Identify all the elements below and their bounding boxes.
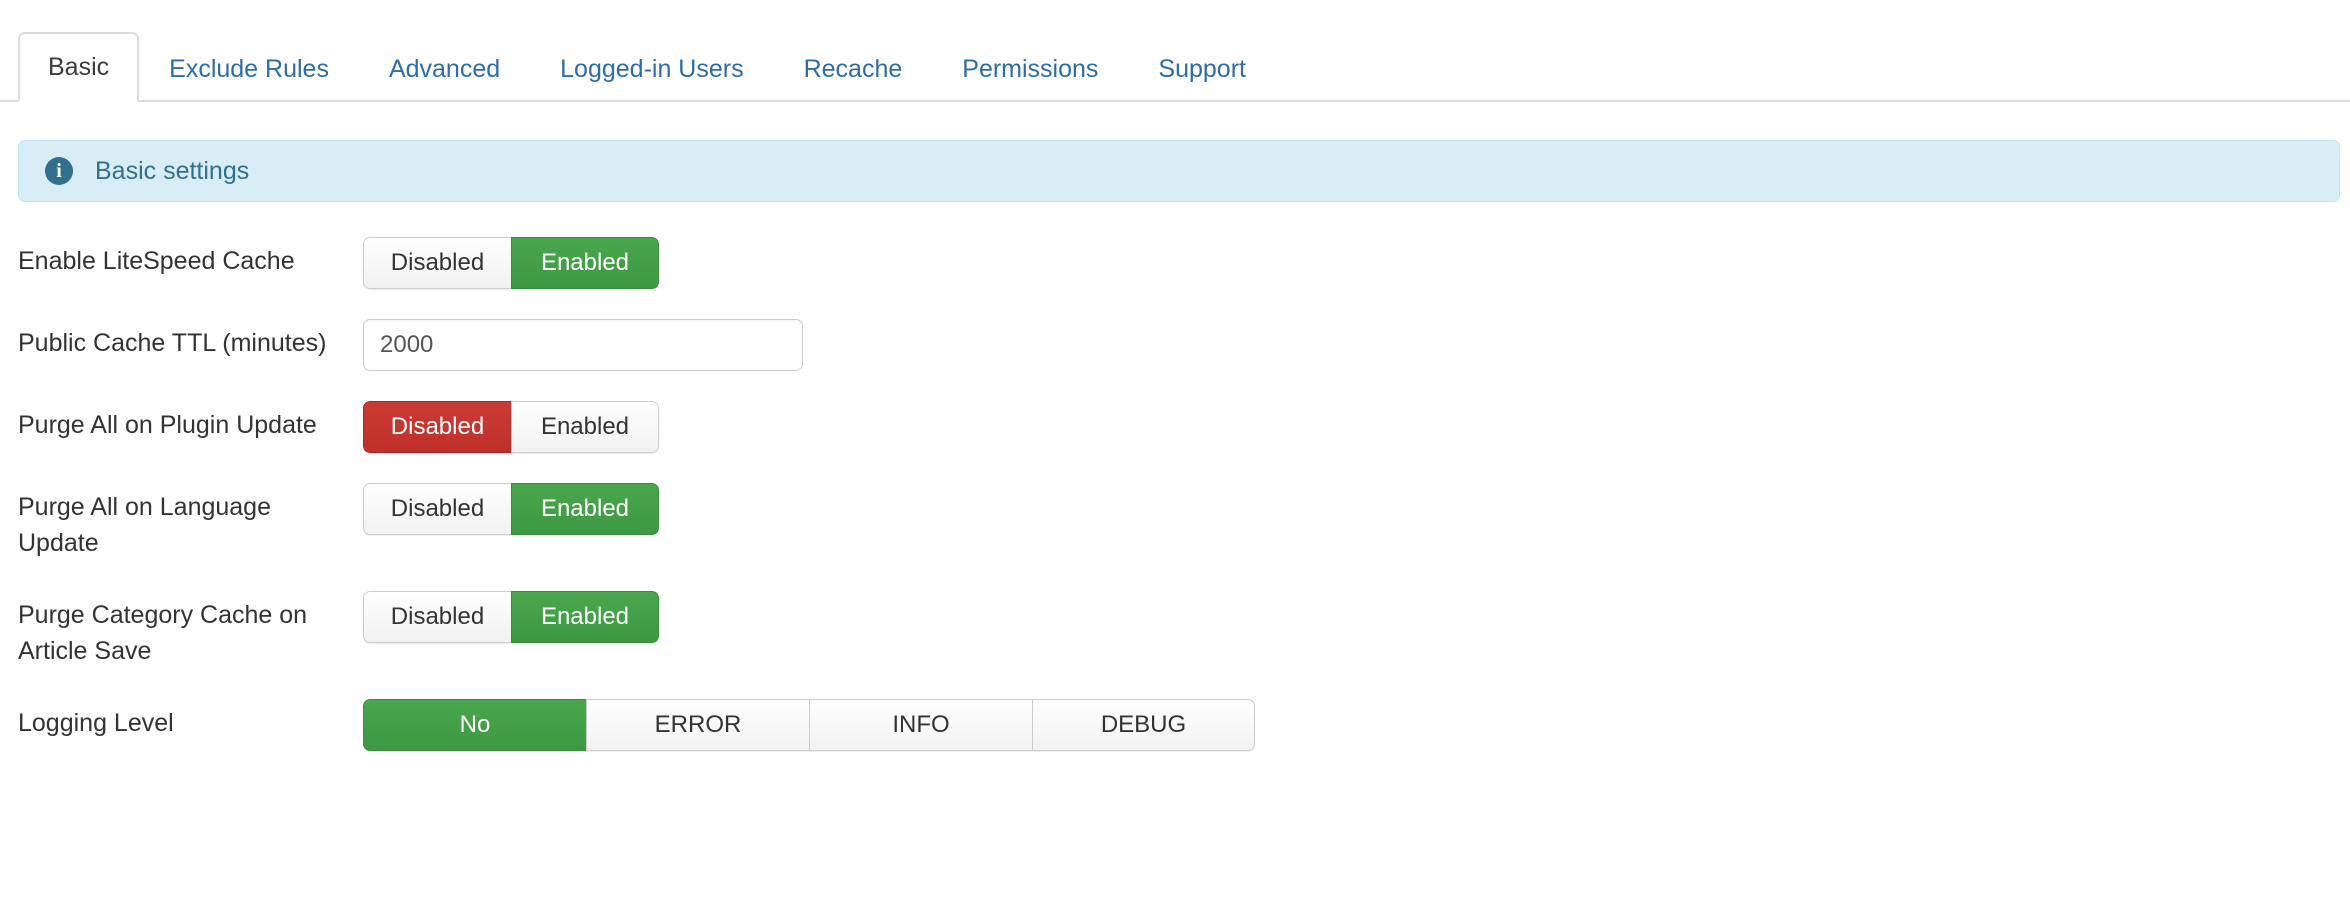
setting-control-purge-all-on-language-update: Disabled Enabled [363,483,2350,535]
toggle-option-logging-level-info[interactable]: INFO [809,699,1032,751]
setting-label-logging-level: Logging Level [18,709,174,737]
tab-support[interactable]: Support [1128,34,1276,102]
setting-label-purge-category-cache-on-article-save: Purge Category Cache on Article Save [18,601,308,665]
toggle-group-purge-all-on-language-update: Disabled Enabled [363,483,659,535]
input-public-cache-ttl-minutes[interactable] [363,319,803,371]
toggle-group-purge-category-cache-on-article-save: Disabled Enabled [363,591,659,643]
setting-row-purge-all-on-language-update: Purge All on Language Update Disabled Enab… [0,483,2350,561]
toggle-option-purge-all-on-plugin-update-enabled[interactable]: Enabled [511,401,659,453]
toggle-option-logging-level-no[interactable]: No [363,699,586,751]
toggle-option-enable-litespeed-cache-enabled[interactable]: Enabled [511,237,659,289]
tab-advanced[interactable]: Advanced [359,34,530,102]
setting-control-public-cache-ttl-minutes [363,319,2350,371]
setting-label-enable-litespeed-cache: Enable LiteSpeed Cache [18,247,295,275]
setting-label-purge-all-on-plugin-update: Purge All on Plugin Update [18,411,317,439]
setting-row-logging-level: Logging Level No ERROR INFO DEBUG [0,699,2350,751]
toggle-group-logging-level: No ERROR INFO DEBUG [363,699,1255,751]
toggle-option-enable-litespeed-cache-disabled[interactable]: Disabled [363,237,511,289]
settings-form: Enable LiteSpeed Cache Disabled Enabled Pub… [0,237,2350,781]
tab-exclude-rules[interactable]: Exclude Rules [139,34,359,102]
settings-tab-bar: Basic Exclude Rules Advanced Logged-in User… [0,24,2350,102]
setting-row-purge-all-on-plugin-update: Purge All on Plugin Update Disabled Enable… [0,401,2350,453]
setting-row-public-cache-ttl-minutes: Public Cache TTL (minutes) [0,319,2350,371]
setting-control-purge-category-cache-on-article-save: Disabled Enabled [363,591,2350,643]
setting-row-enable-litespeed-cache: Enable LiteSpeed Cache Disabled Enabled [0,237,2350,289]
toggle-option-logging-level-debug[interactable]: DEBUG [1032,699,1255,751]
setting-control-enable-litespeed-cache: Disabled Enabled [363,237,2350,289]
tab-permissions[interactable]: Permissions [932,34,1128,102]
toggle-option-purge-category-cache-on-article-save-enabled[interactable]: Enabled [511,591,659,643]
setting-control-purge-all-on-plugin-update: Disabled Enabled [363,401,2350,453]
toggle-option-purge-all-on-language-update-disabled[interactable]: Disabled [363,483,511,535]
toggle-option-purge-all-on-language-update-enabled[interactable]: Enabled [511,483,659,535]
setting-row-purge-category-cache-on-article-save: Purge Category Cache on Article Save Disa… [0,591,2350,669]
tab-logged-in-users[interactable]: Logged-in Users [530,34,773,102]
toggle-option-logging-level-error[interactable]: ERROR [586,699,809,751]
toggle-option-purge-category-cache-on-article-save-disabled[interactable]: Disabled [363,591,511,643]
setting-control-logging-level: No ERROR INFO DEBUG [363,699,2350,751]
tab-basic[interactable]: Basic [18,32,140,102]
tab-recache[interactable]: Recache [774,34,933,102]
toggle-group-enable-litespeed-cache: Disabled Enabled [363,237,659,289]
toggle-option-purge-all-on-plugin-update-disabled[interactable]: Disabled [363,401,511,453]
info-icon: i [45,157,73,185]
info-banner: i Basic settings [18,140,2340,202]
info-banner-text: Basic settings [95,156,250,185]
setting-label-purge-all-on-language-update: Purge All on Language Update [18,493,271,557]
setting-label-public-cache-ttl-minutes: Public Cache TTL (minutes) [18,329,327,357]
toggle-group-purge-all-on-plugin-update: Disabled Enabled [363,401,659,453]
